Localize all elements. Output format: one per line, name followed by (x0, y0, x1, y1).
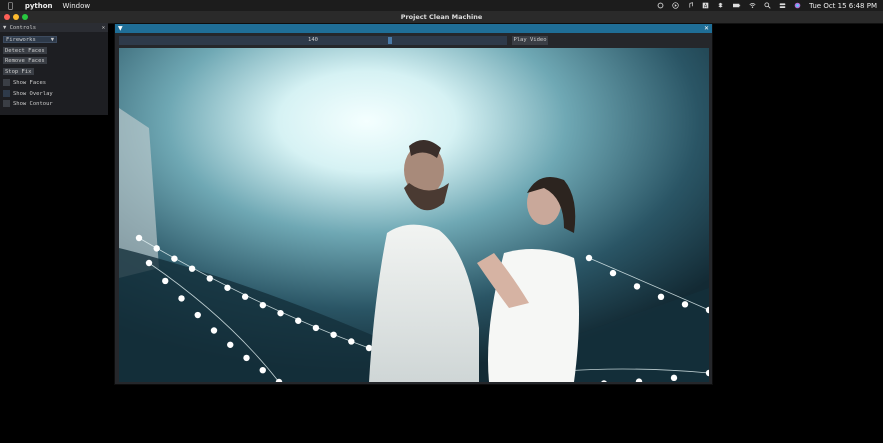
battery-icon[interactable] (732, 2, 741, 9)
video-window: ▼ ✕ 140 Play Video (114, 23, 713, 385)
stop-fix-button[interactable]: Stop Fix (3, 68, 34, 75)
effect-combo-value: Fireworks (6, 36, 36, 43)
show-contour-label: Show Contour (13, 100, 53, 107)
music-icon[interactable] (687, 2, 694, 9)
chevron-down-icon[interactable]: ▼ (51, 37, 54, 43)
detect-faces-button[interactable]: Detect Faces (3, 47, 47, 54)
close-icon[interactable]: ✕ (704, 25, 709, 32)
menu-clock[interactable]: Tue Oct 15 6:48 PM (809, 2, 877, 10)
search-icon[interactable] (764, 2, 771, 9)
remove-faces-button[interactable]: Remove Faces (3, 57, 47, 64)
show-faces-checkbox-box[interactable] (3, 79, 10, 86)
slider-grab-handle[interactable] (387, 37, 392, 44)
light-bulb (153, 245, 160, 252)
status-area: A Tue Oct 15 6:48 PM (657, 2, 877, 10)
light-bulb (227, 341, 234, 348)
light-bulb (609, 269, 617, 277)
text-a-icon[interactable]: A (702, 2, 709, 9)
play-circle-icon[interactable] (672, 2, 679, 9)
video-image (119, 48, 709, 382)
controls-header[interactable]: ▼ Controls ✕ (0, 23, 108, 32)
controls-header-label: ▼ Controls (3, 24, 37, 31)
collapse-icon[interactable]: ▼ (118, 25, 123, 32)
video-frame (119, 48, 709, 382)
show-faces-label: Show Faces (13, 79, 47, 86)
effect-combo[interactable]: Fireworks ▼ (3, 36, 57, 43)
light-bulb (206, 275, 213, 282)
wifi-icon[interactable] (749, 2, 756, 9)
light-bulb (670, 374, 678, 382)
light-bulb (241, 293, 249, 300)
light-bulb (312, 324, 320, 332)
light-bulb (633, 283, 641, 290)
show-faces-checkbox[interactable]: Show Faces (3, 79, 46, 86)
light-bulb (348, 338, 355, 345)
light-bulb (330, 331, 337, 338)
light-bulb (259, 301, 267, 309)
frame-slider-value: 140 (308, 37, 318, 43)
light-bulb (224, 284, 231, 291)
show-overlay-checkbox[interactable]: Show Overlay (3, 90, 53, 97)
light-bulb (295, 317, 302, 324)
menu-bar:  python Window A Tue Oct 15 6:48 PM (0, 0, 883, 11)
light-bulb (194, 311, 201, 319)
dropbox-icon[interactable] (717, 2, 724, 9)
light-bulb (188, 265, 196, 272)
play-video-button[interactable]: Play Video (512, 36, 548, 45)
show-contour-checkbox-box[interactable] (3, 100, 10, 107)
video-window-header[interactable]: ▼ ✕ (115, 24, 712, 33)
video-toolbar: 140 Play Video (119, 36, 709, 45)
siri-icon[interactable] (794, 2, 801, 9)
light-bulb (178, 295, 185, 302)
light-bulb (657, 293, 665, 301)
light-bulb (210, 327, 218, 334)
control-center-icon[interactable] (779, 2, 786, 9)
light-bulb (243, 354, 250, 362)
light-bulb (135, 234, 143, 242)
light-bulb (162, 277, 169, 285)
light-bulb (681, 301, 689, 308)
close-icon[interactable]: ✕ (102, 25, 105, 31)
show-contour-checkbox[interactable]: Show Contour (3, 100, 53, 107)
app-menu-python[interactable]: python (25, 2, 53, 10)
light-bulb (259, 366, 266, 374)
light-bulb (585, 254, 593, 262)
window-title: Project Clean Machine (400, 13, 483, 21)
show-overlay-checkbox-box[interactable] (3, 90, 10, 97)
light-bulb (145, 259, 153, 267)
light-bulb (171, 255, 178, 262)
menu-window[interactable]: Window (63, 2, 91, 10)
show-overlay-label: Show Overlay (13, 90, 53, 97)
frame-slider[interactable]: 140 (119, 36, 507, 45)
apple-icon[interactable]:  (8, 1, 13, 10)
light-bulb (277, 309, 284, 317)
sync-icon[interactable] (657, 2, 664, 9)
controls-panel: ▼ Controls ✕ Fireworks ▼ Detect Faces Re… (0, 23, 108, 115)
